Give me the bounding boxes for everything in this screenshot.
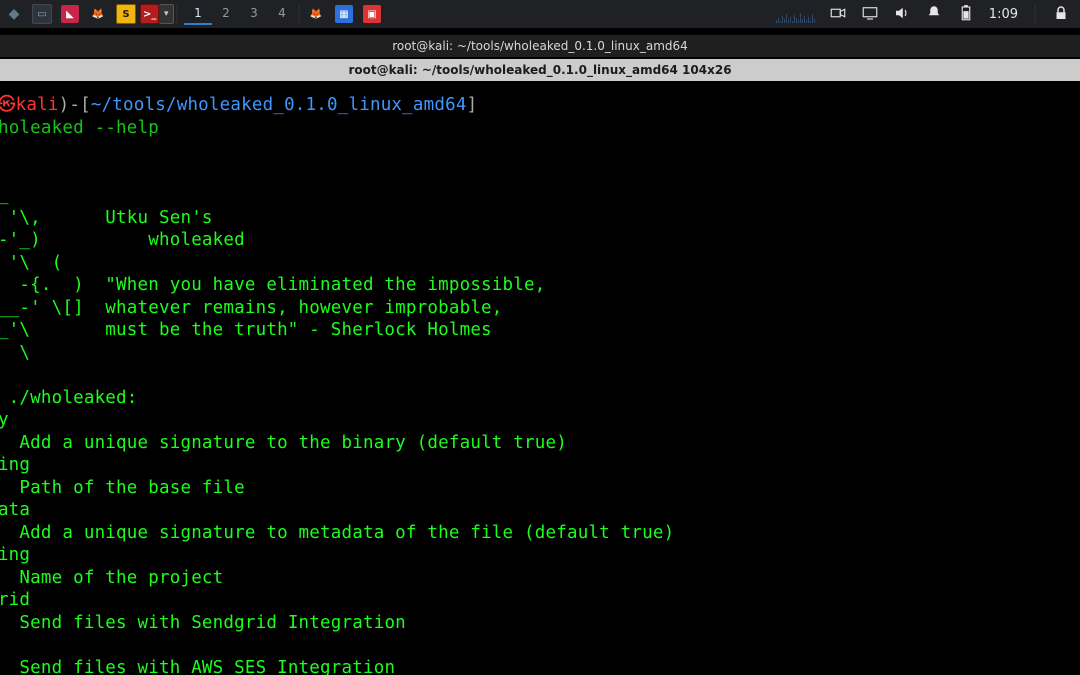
prompt-path: ~/tools/wholeaked_0.1.0_linux_amd64 <box>91 95 467 115</box>
camera-tray-icon[interactable] <box>829 4 847 25</box>
flag-name: string <box>0 545 30 565</box>
firefox-taskbutton[interactable]: 🦊 <box>302 0 330 28</box>
usage-header: e of ./wholeaked: <box>0 388 138 408</box>
flag-name: endgrid <box>0 590 30 610</box>
firefox-icon: 🦊 <box>89 5 107 23</box>
calendar-icon: ▦ <box>335 5 353 23</box>
flag-name: string <box>0 455 30 475</box>
banner-line: \ <box>0 343 30 363</box>
taskbar: ◆ ▭ ◣ 🦊 S >_ ▾ 1 2 3 4 🦊 ▦ ▣ <box>0 0 1080 28</box>
notifications-tray-icon[interactable] <box>925 4 943 25</box>
firefox-launcher[interactable]: 🦊 <box>84 0 112 28</box>
banner-line: '-_'\ must be the truth" - Sherlock Holm… <box>0 320 492 340</box>
banner-line: ' '\, Utku Sen's <box>0 208 213 228</box>
flag-desc: Send files with AWS SES Integration <box>19 658 395 675</box>
terminal-icon: >_ <box>140 4 159 24</box>
window-title-text: root@kali: ~/tools/wholeaked_0.1.0_linux… <box>392 39 688 53</box>
flag-desc: Path of the base file <box>19 478 244 498</box>
workspace-3[interactable]: 3 <box>240 3 268 25</box>
recorder-icon: ▣ <box>363 5 381 23</box>
calendar-taskbutton[interactable]: ▦ <box>330 0 358 28</box>
tray: 1:09 <box>776 4 1080 25</box>
banner-line: /\__-' \[] whatever remains, however imp… <box>0 298 503 318</box>
clock[interactable]: 1:09 <box>989 7 1018 22</box>
flag-name: inary <box>0 410 9 430</box>
folder-icon: ▭ <box>32 4 52 24</box>
battery-tray-icon[interactable] <box>957 4 975 25</box>
banner-line: _,-'_) wholeaked <box>0 230 245 250</box>
text-editor-launcher[interactable]: ◣ <box>56 0 84 28</box>
workspace-1[interactable]: 1 <box>184 3 212 25</box>
terminal-viewport[interactable]: root㉿kali)-[~/tools/wholeaked_0.1.0_linu… <box>0 82 1080 675</box>
flag-desc: Name of the project <box>19 568 223 588</box>
terminal-titlebar[interactable]: root@kali: ~/tools/wholeaked_0.1.0_linux… <box>0 58 1080 81</box>
kali-menu-button[interactable]: ◆ <box>0 0 28 28</box>
firefox-icon: 🦊 <box>307 5 325 23</box>
s-app-icon: S <box>116 4 136 24</box>
banner-line: ##c '\ ( <box>0 253 62 273</box>
terminal-title-text: root@kali: ~/tools/wholeaked_0.1.0_linux… <box>348 63 731 77</box>
window-titlebar[interactable]: root@kali: ~/tools/wholeaked_0.1.0_linux… <box>0 34 1080 57</box>
workspace-2[interactable]: 2 <box>212 3 240 25</box>
flag-desc: Send files with Sendgrid Integration <box>19 613 406 633</box>
taskbar-separator <box>176 4 178 24</box>
recorder-taskbutton[interactable]: ▣ <box>358 0 386 28</box>
banner-line: ' |' -{. ) "When you have eliminated the… <box>0 275 545 295</box>
note-icon: ◣ <box>61 5 79 23</box>
banner-line: ,'_ <box>0 185 9 205</box>
flag-name: etadata <box>0 500 30 520</box>
workspace-switcher: 1 2 3 4 <box>184 3 296 25</box>
taskbar-separator <box>1034 4 1036 24</box>
display-tray-icon[interactable] <box>861 4 879 25</box>
sublime-launcher[interactable]: S <box>112 0 140 28</box>
flag-desc: Add a unique signature to metadata of th… <box>19 523 674 543</box>
network-graph <box>776 5 815 23</box>
workspace-4[interactable]: 4 <box>268 3 296 25</box>
prompt-host: kali <box>16 95 59 115</box>
terminal-launcher[interactable]: >_ ▾ <box>140 0 174 28</box>
flag-desc: Add a unique signature to the binary (de… <box>19 433 567 453</box>
volume-tray-icon[interactable] <box>893 4 911 25</box>
taskbar-separator <box>298 4 300 24</box>
terminal-dropdown-icon[interactable]: ▾ <box>159 4 174 24</box>
terminal-content: root㉿kali)-[~/tools/wholeaked_0.1.0_linu… <box>0 94 1080 675</box>
lock-tray-icon[interactable] <box>1052 4 1070 25</box>
file-manager-launcher[interactable]: ▭ <box>28 0 56 28</box>
prompt-command: ./wholeaked --help <box>0 118 159 138</box>
